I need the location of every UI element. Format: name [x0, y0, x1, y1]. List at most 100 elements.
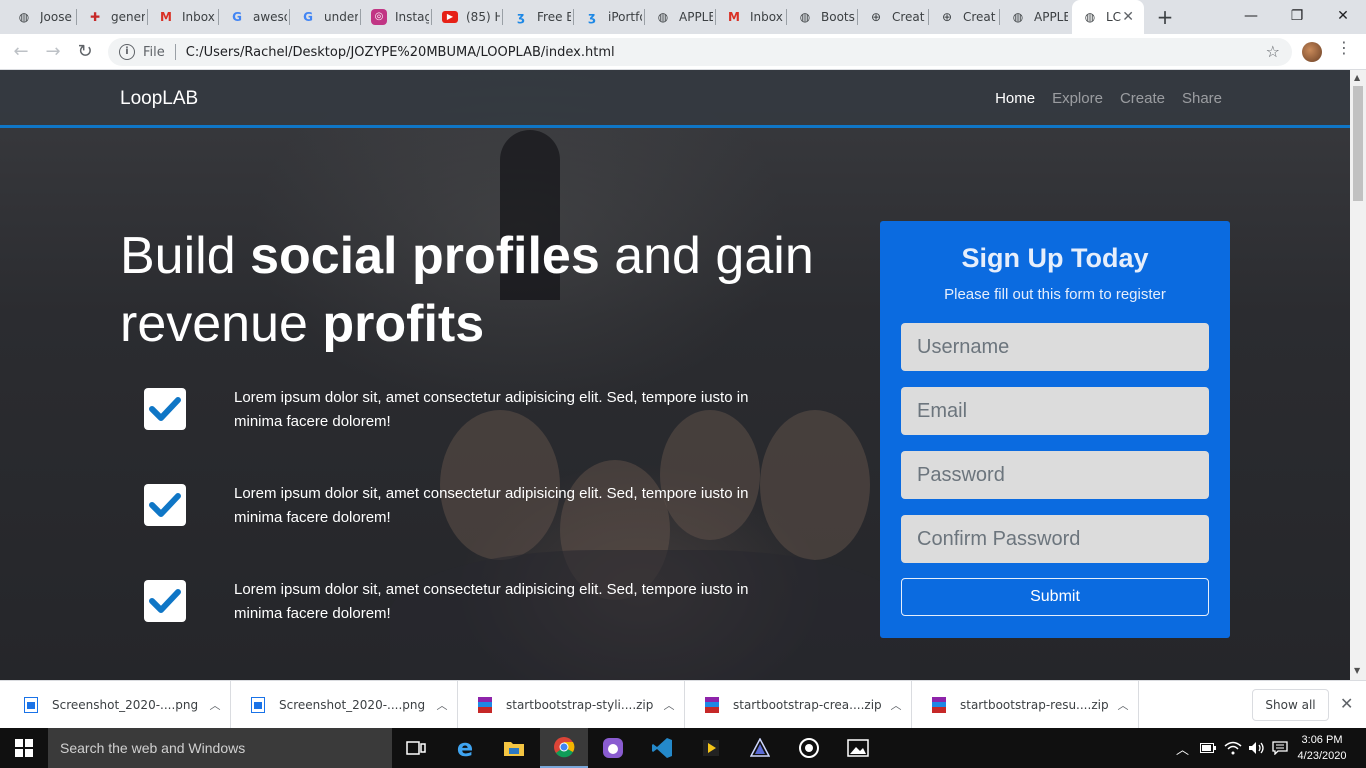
- battery-icon[interactable]: [1200, 728, 1216, 768]
- page-scrollbar[interactable]: ▲ ▼: [1350, 70, 1366, 680]
- submit-button[interactable]: Submit: [901, 578, 1209, 616]
- forward-arrow-icon[interactable]: →: [40, 39, 66, 65]
- image-file-icon: [24, 697, 38, 713]
- site-navbar: LoopLAB Home Explore Create Share: [0, 70, 1350, 128]
- chevron-up-icon[interactable]: ︿: [654, 697, 684, 713]
- feature-text: Lorem ipsum dolor sit, amet consectetur …: [234, 581, 749, 622]
- download-item[interactable]: Screenshot_2020-....png ︿: [4, 681, 231, 729]
- browser-tab[interactable]: ◍ APPLE: [1000, 0, 1068, 34]
- check-icon: [144, 388, 186, 430]
- wifi-icon[interactable]: [1224, 728, 1242, 768]
- email-input[interactable]: [901, 387, 1209, 435]
- download-item[interactable]: startbootstrap-crea....zip ︿: [685, 681, 912, 729]
- windows-start-icon[interactable]: [0, 728, 48, 768]
- scrollbar-thumb[interactable]: [1353, 86, 1363, 201]
- file-explorer-icon[interactable]: [490, 728, 538, 768]
- username-input[interactable]: [901, 323, 1209, 371]
- edge-icon[interactable]: e: [441, 728, 489, 768]
- reload-icon[interactable]: ↻: [72, 39, 98, 65]
- close-tab-icon[interactable]: ✕: [1122, 9, 1134, 25]
- maximize-icon[interactable]: ❐: [1274, 0, 1320, 32]
- bolt-icon: ʒ: [517, 10, 525, 24]
- download-item[interactable]: Screenshot_2020-....png ︿: [231, 681, 458, 729]
- close-icon[interactable]: ✕: [1340, 694, 1353, 713]
- password-input[interactable]: [901, 451, 1209, 499]
- notifications-icon[interactable]: [1272, 728, 1288, 768]
- url-text[interactable]: C:/Users/Rachel/Desktop/JOZYPE%20MBUMA/L…: [186, 45, 615, 60]
- browser-tab[interactable]: ◍ Boots: [787, 0, 855, 34]
- download-item[interactable]: startbootstrap-resu....zip ︿: [912, 681, 1139, 729]
- windows-taskbar: Search the web and Windows e ︿ 3:06 PM 4…: [0, 728, 1366, 768]
- nav-home[interactable]: Home: [995, 90, 1035, 107]
- download-item[interactable]: startbootstrap-styli....zip ︿: [458, 681, 685, 729]
- signup-subtitle: Please fill out this form to register: [944, 286, 1166, 303]
- browser-tab[interactable]: Gaweso: [219, 0, 287, 34]
- signup-card: Sign Up Today Please fill out this form …: [880, 221, 1230, 638]
- globe-icon: ◍: [18, 10, 30, 24]
- clock-date: 4/23/2020: [1297, 750, 1347, 762]
- web-icon: ⊕: [941, 10, 953, 24]
- archive-icon: [478, 697, 492, 713]
- inkscape-icon[interactable]: [736, 728, 784, 768]
- nav-create[interactable]: Create: [1120, 90, 1165, 107]
- google-icon: G: [232, 10, 242, 24]
- profile-avatar[interactable]: [1302, 42, 1322, 62]
- media-player-icon[interactable]: [687, 728, 735, 768]
- chevron-up-icon[interactable]: ︿: [881, 697, 911, 713]
- browser-toolbar: ← → ↻ i File C:/Users/Rachel/Desktop/JOZ…: [0, 34, 1366, 70]
- new-tab-button[interactable]: +: [1152, 4, 1178, 30]
- globe-icon: ◍: [657, 10, 669, 24]
- browser-tab[interactable]: Gunder: [290, 0, 358, 34]
- signup-title: Sign Up Today: [961, 243, 1149, 273]
- browser-tab[interactable]: ◍ APPLE: [645, 0, 713, 34]
- browser-tab[interactable]: M Inbox: [716, 0, 784, 34]
- volume-icon[interactable]: [1248, 728, 1266, 768]
- red-logo-icon: ✚: [89, 10, 101, 24]
- show-all-button[interactable]: Show all: [1252, 689, 1329, 721]
- tab-strip: ◍Joose ✚gener MInbox Gaweso Gunder ◎Inst…: [0, 0, 1366, 34]
- gmail-icon: M: [728, 10, 740, 24]
- globe-icon: ◍: [1084, 10, 1096, 24]
- chevron-up-icon[interactable]: ︿: [200, 697, 230, 713]
- photos-icon[interactable]: [834, 728, 882, 768]
- chrome-icon[interactable]: [540, 728, 588, 768]
- taskbar-search[interactable]: Search the web and Windows: [48, 728, 392, 768]
- google-icon: G: [303, 10, 313, 24]
- clock-time: 3:06 PM: [1301, 734, 1343, 746]
- chevron-up-icon[interactable]: ︿: [427, 697, 457, 713]
- nav-explore[interactable]: Explore: [1052, 90, 1103, 107]
- nav-links: Home Explore Create Share: [995, 90, 1222, 107]
- chevron-up-icon[interactable]: ︿: [1176, 728, 1189, 768]
- app-purple-icon[interactable]: [589, 728, 637, 768]
- system-clock[interactable]: 3:06 PM 4/23/2020: [1296, 732, 1348, 764]
- archive-icon: [705, 697, 719, 713]
- feature-text: Lorem ipsum dolor sit, amet consectetur …: [234, 485, 749, 526]
- chevron-up-icon[interactable]: ︿: [1108, 697, 1138, 713]
- back-arrow-icon[interactable]: ←: [8, 39, 34, 65]
- globe-icon: ◍: [1012, 10, 1024, 24]
- check-icon: [144, 484, 186, 526]
- browser-tab[interactable]: M Inbox: [148, 0, 216, 34]
- nav-share[interactable]: Share: [1182, 90, 1222, 107]
- browser-tab[interactable]: ◎ Instag: [361, 0, 429, 34]
- brand-logo[interactable]: LoopLAB: [120, 88, 198, 110]
- record-app-icon[interactable]: [785, 728, 833, 768]
- browser-tab[interactable]: ⊕ Creat: [929, 0, 997, 34]
- browser-tab[interactable]: ʒ Free E: [503, 0, 571, 34]
- browser-tab-active[interactable]: ◍ LC ✕: [1072, 0, 1144, 34]
- minimize-icon[interactable]: —: [1228, 0, 1274, 32]
- browser-tab[interactable]: ʒiPortfo: [574, 0, 642, 34]
- vscode-icon[interactable]: [638, 728, 686, 768]
- close-window-icon[interactable]: ✕: [1320, 0, 1366, 32]
- downloads-bar: Screenshot_2020-....png ︿ Screenshot_202…: [0, 680, 1366, 729]
- confirm-password-input[interactable]: [901, 515, 1209, 563]
- task-view-icon[interactable]: [392, 728, 440, 768]
- browser-tab[interactable]: ✚ gener: [77, 0, 145, 34]
- browser-tab[interactable]: ⊕ Creat: [858, 0, 926, 34]
- browser-tab[interactable]: ▶ (85) H: [432, 0, 500, 34]
- star-icon[interactable]: ☆: [1266, 42, 1280, 61]
- address-bar[interactable]: i File C:/Users/Rachel/Desktop/JOZYPE%20…: [108, 38, 1292, 66]
- info-icon[interactable]: i: [119, 44, 135, 60]
- menu-kebab-icon[interactable]: ⋮: [1336, 40, 1352, 56]
- browser-tab[interactable]: ◍ Joose: [6, 0, 74, 34]
